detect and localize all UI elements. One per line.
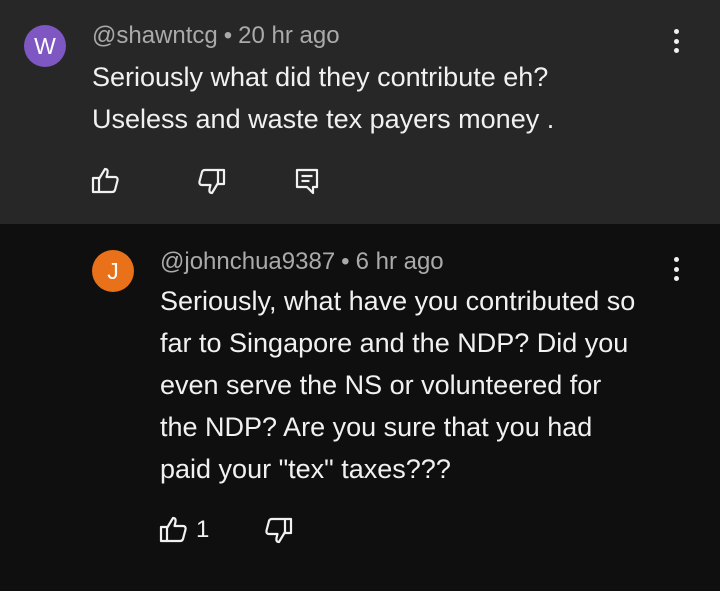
dislike-button[interactable] (264, 515, 294, 545)
dislike-icon (265, 517, 293, 544)
username[interactable]: @johnchua9387 (160, 248, 335, 275)
more-icon[interactable] (664, 257, 688, 281)
avatar[interactable]: J (92, 250, 134, 292)
like-icon (159, 516, 187, 543)
like-button[interactable]: 1 (158, 515, 209, 545)
timestamp[interactable]: 6 hr ago (356, 248, 444, 275)
reply-thread: J @johnchua9387 • 6 hr ago Seriously, what… (0, 0, 720, 591)
comment-text: Seriously, what have you contributed so … (160, 286, 636, 484)
meta-separator: • (341, 248, 350, 275)
comment-meta: @johnchua9387 • 6 hr ago (160, 248, 444, 276)
like-count: 1 (196, 516, 210, 543)
